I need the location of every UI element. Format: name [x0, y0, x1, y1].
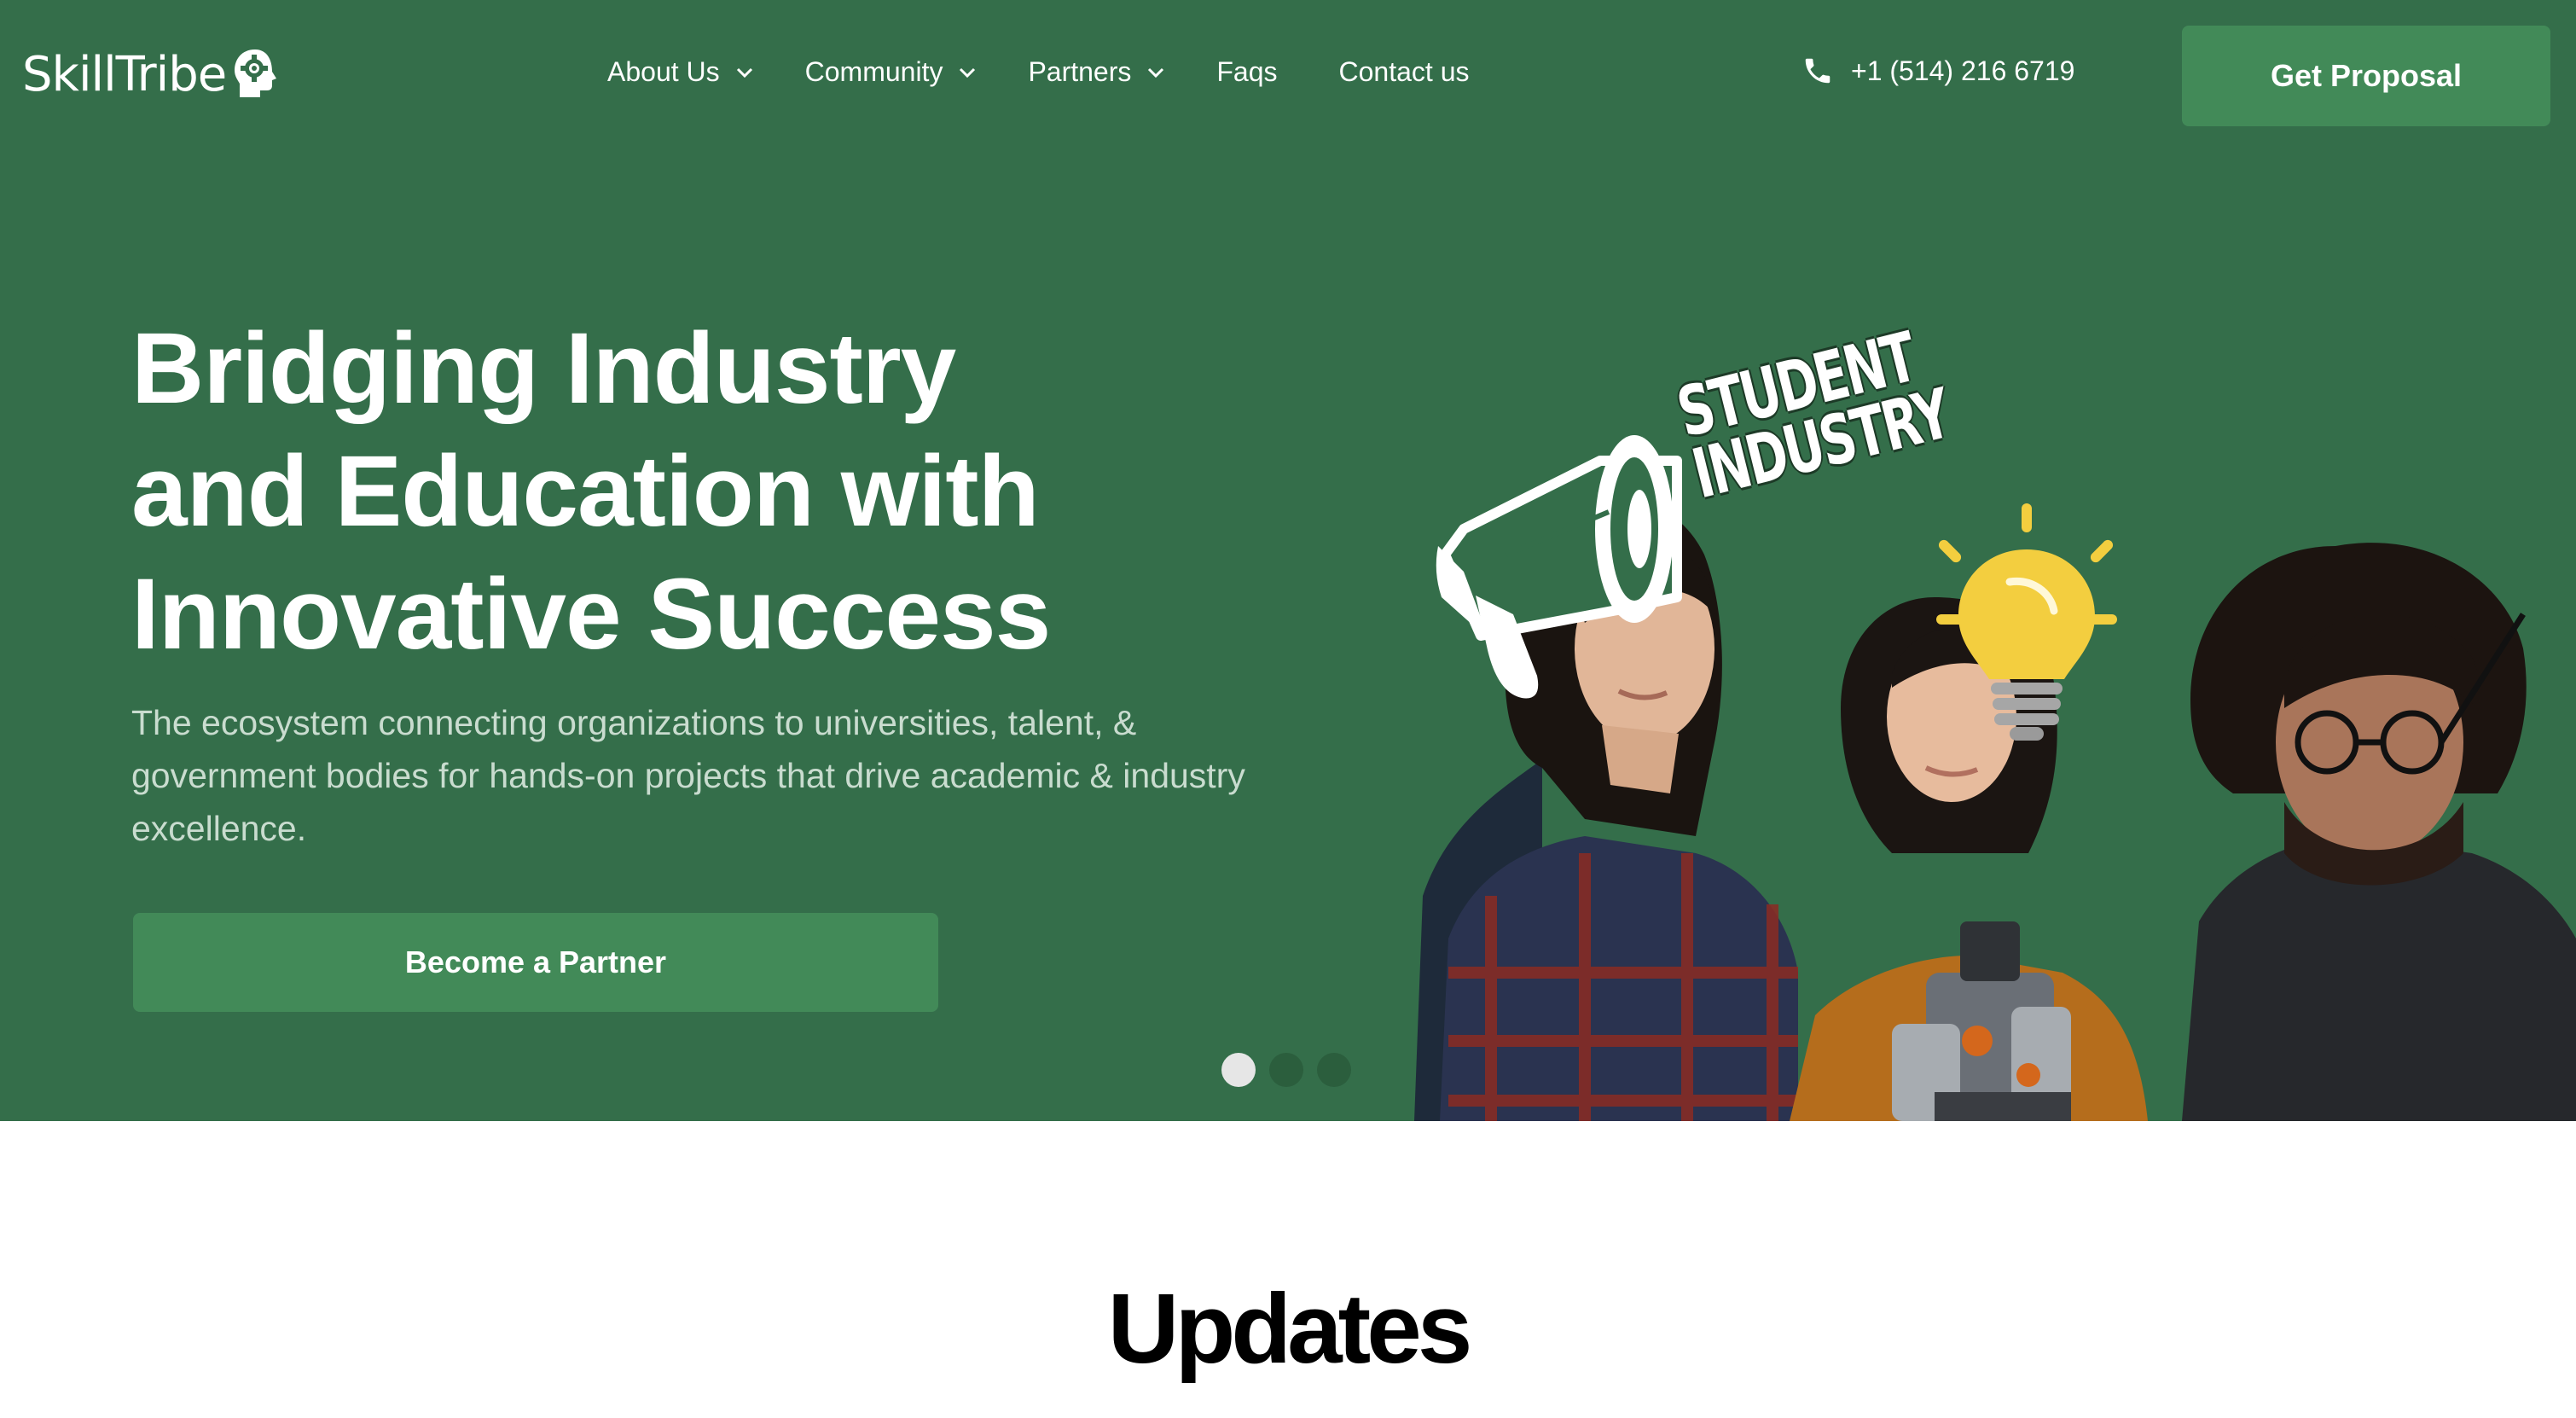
navbar: SkillTribe About Us Community Partners F… — [0, 0, 2576, 154]
nav-faqs[interactable]: Faqs — [1216, 56, 1277, 88]
hero-section: SkillTribe About Us Community Partners F… — [0, 0, 2576, 1121]
chevron-down-icon — [960, 67, 976, 78]
nav-about-us[interactable]: About Us — [607, 56, 754, 88]
logo[interactable]: SkillTribe — [22, 48, 279, 102]
phone-icon — [1805, 58, 1830, 84]
carousel-dot-1[interactable] — [1221, 1053, 1256, 1087]
carousel-dot-3[interactable] — [1317, 1053, 1351, 1087]
logo-text: SkillTribe — [22, 47, 227, 102]
phone-link[interactable]: +1 (514) 216 6719 — [1801, 55, 2074, 87]
phone-number: +1 (514) 216 6719 — [1851, 55, 2075, 86]
hero-headline: Bridging Industry and Education with Inn… — [131, 307, 1274, 676]
nav-contact-us[interactable]: Contact us — [1339, 56, 1470, 88]
head-gear-icon — [235, 49, 277, 97]
get-proposal-button[interactable]: Get Proposal — [2182, 26, 2550, 126]
hero-headline-line-3: Innovative Success — [131, 558, 1051, 671]
nav-partners-label: Partners — [1028, 56, 1132, 87]
carousel-dot-2[interactable] — [1269, 1053, 1303, 1087]
hero-headline-line-2: and Education with — [131, 435, 1040, 548]
chevron-down-icon — [736, 67, 752, 78]
updates-heading: Updates — [1107, 1273, 1473, 1384]
hero-subtext: The ecosystem connecting organizations t… — [131, 703, 1245, 848]
become-partner-button[interactable]: Become a Partner — [133, 913, 938, 1012]
nav-faqs-label: Faqs — [1216, 56, 1278, 87]
megaphone-icon — [1436, 435, 1682, 699]
nav-menu: About Us Community Partners Faqs Contact… — [607, 56, 1520, 88]
nav-community[interactable]: Community — [805, 56, 978, 88]
nav-partners[interactable]: Partners — [1028, 56, 1165, 88]
carousel-dots — [1221, 1053, 1365, 1087]
nav-contact-us-label: Contact us — [1338, 56, 1470, 87]
light-bulb-icon — [1936, 503, 2117, 741]
nav-community-label: Community — [804, 56, 943, 87]
student-industry-badge: STUDENT INDUSTRY — [1670, 297, 2053, 514]
nav-about-us-label: About Us — [607, 56, 720, 87]
chevron-down-icon — [1148, 67, 1164, 78]
hero-headline-line-1: Bridging Industry — [131, 312, 956, 425]
